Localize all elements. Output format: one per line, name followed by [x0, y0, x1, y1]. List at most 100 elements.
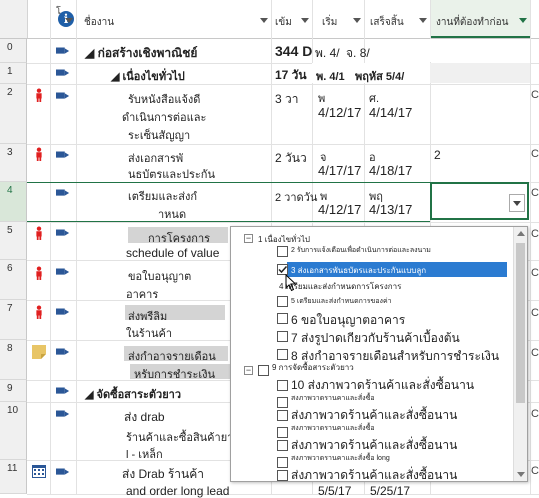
predecessor-option[interactable]: 4 เตรียมและส่งกำหนดการโครงการ — [279, 280, 401, 293]
truncated-column-text: C — [531, 465, 539, 477]
option-checkbox[interactable] — [277, 440, 288, 451]
task-finish-date: 4/13/17 — [369, 202, 413, 217]
task-mode-header-label: โ — [56, 6, 61, 16]
task-name-line2: schedule of value — [126, 246, 220, 260]
task-name[interactable]: ขอใบอนุญาต — [128, 267, 191, 285]
task-duration[interactable]: 2 วาดวัน — [275, 188, 317, 206]
option-checkbox[interactable] — [277, 296, 288, 307]
predecessors-header-label: งานที่ต้องทำก่อน — [436, 17, 509, 28]
option-checkbox[interactable] — [277, 331, 288, 342]
task-finish[interactable]: จ. 8/ — [346, 44, 370, 63]
task-duration[interactable]: 2 วันว — [275, 149, 307, 168]
chevron-down-icon — [519, 18, 527, 23]
task-name[interactable]: ◢ จัดซื้อสาระตัวยาว — [85, 385, 181, 403]
chevron-down-icon — [419, 18, 427, 23]
predecessor-option[interactable]: สงภาพวาดรานคาและสั่งซื้อ — [291, 423, 375, 434]
chevron-down-icon — [513, 201, 521, 206]
resource-person-icon — [36, 88, 42, 102]
auto-schedule-icon — [56, 69, 70, 76]
auto-schedule-icon — [56, 189, 70, 196]
predecessors-column-header[interactable]: งานที่ต้องทำก่อน — [430, 0, 531, 38]
option-checkbox[interactable] — [277, 470, 288, 481]
truncated-column-text: C — [531, 148, 539, 160]
task-start[interactable]: 5/5/17 — [318, 484, 351, 498]
row-number[interactable]: 8 — [0, 340, 27, 380]
task-name[interactable]: ส่งพรีลิม — [128, 307, 167, 325]
task-finish[interactable]: พฤหัส 5/4/ — [355, 67, 404, 85]
auto-schedule-icon — [56, 92, 70, 99]
predecessor-option[interactable]: สงภาพวาดรานคาและสั่งซื้อ long — [291, 453, 390, 464]
task-name[interactable]: ส่ง drab — [124, 408, 165, 427]
predecessor-option[interactable]: ส่งภาพวาดร้านค้าและสั่งซื้อนาน — [291, 466, 457, 481]
summary-pred-cell — [430, 39, 530, 62]
truncated-column-text: C — [531, 347, 539, 359]
select-all-corner[interactable] — [0, 0, 28, 38]
resource-person-icon — [36, 266, 42, 280]
task-predecessors[interactable]: 2 — [434, 148, 441, 162]
task-name[interactable]: ◢ เนื่องไขทั่วไป — [111, 67, 185, 85]
task-name[interactable]: ส่ง Drab ร้านค้า — [122, 465, 204, 484]
row-number[interactable]: 0 — [0, 39, 27, 63]
task-name[interactable]: ◢ ก่อสร้างเชิงพาณิชย์ — [85, 44, 197, 63]
task-duration[interactable]: 3 วา — [275, 90, 298, 109]
task-name-column-header[interactable]: ชื่องาน — [76, 0, 272, 38]
truncated-column-text: C — [531, 267, 539, 279]
task-name-line2: ดำเนินการต่อและ — [122, 112, 207, 124]
option-checkbox[interactable] — [277, 410, 288, 421]
popup-scrollbar[interactable] — [513, 227, 527, 481]
task-name[interactable]: ส่งกำอาจรายเดือน — [128, 347, 216, 365]
chevron-down-icon — [65, 18, 73, 23]
row-number[interactable]: 7 — [0, 300, 27, 340]
scroll-down-icon[interactable] — [517, 472, 525, 477]
row-number[interactable]: 11 — [0, 460, 27, 494]
row-number[interactable]: 2 — [0, 84, 27, 144]
task-duration[interactable]: 17 วัน — [275, 66, 307, 85]
predecessors-cell-editor[interactable] — [430, 182, 529, 220]
row-number[interactable]: 3 — [0, 144, 27, 182]
predecessor-option[interactable]: 9 การจัดซื้อสาระตัวยาว — [272, 361, 354, 374]
resource-person-icon — [36, 226, 42, 240]
collapse-expander[interactable]: − — [244, 234, 253, 243]
scroll-up-icon[interactable] — [517, 231, 525, 236]
task-name[interactable]: การโครงการ — [148, 229, 210, 247]
row-number[interactable]: 5 — [0, 222, 27, 260]
duration-column-header[interactable]: เข้ม — [271, 0, 313, 38]
task-name[interactable]: เตรียมและส่งกํ — [128, 187, 197, 205]
truncated-column-text: C — [531, 187, 539, 199]
task-mode-column-header[interactable]: โ — [50, 0, 77, 38]
collapse-expander[interactable]: − — [244, 366, 253, 375]
option-checkbox[interactable] — [277, 457, 288, 468]
task-duration[interactable]: 344 D — [275, 43, 312, 59]
predecessor-option[interactable]: สงภาพวาดรานคาและสั่งซื้อ — [291, 393, 375, 404]
predecessor-option[interactable]: 6 ขอใบอนุญาตอาคาร — [291, 311, 405, 330]
row-number[interactable]: 9 — [0, 380, 27, 402]
row-number[interactable]: 10 — [0, 402, 27, 460]
task-finish[interactable]: 5/25/17 — [370, 484, 410, 498]
start-column-header[interactable]: เริ่ม — [312, 0, 365, 38]
indicators-column-header[interactable]: i — [27, 0, 74, 38]
task-start[interactable]: พ. 4/ — [315, 44, 340, 63]
finish-column-header[interactable]: เสร็จสิ้น — [364, 0, 431, 38]
dropdown-button[interactable] — [509, 194, 525, 212]
predecessor-option[interactable]: 2 รับการแจ้งเตือนเพื่อดำเนินการต่อและลงน… — [291, 245, 431, 256]
option-checkbox[interactable] — [277, 427, 288, 438]
option-checkbox[interactable] — [258, 365, 269, 376]
option-checkbox[interactable] — [277, 246, 288, 257]
option-checkbox[interactable] — [277, 313, 288, 324]
predecessor-option[interactable]: 7 ส่งรูปาดเกียวกับร้านค้าเบื้องต้น — [291, 329, 460, 348]
task-name-line2: หรับการชำระเงิน — [134, 369, 215, 381]
predecessor-option[interactable]: 5 เตรียมและส่งกำหนดการของค่า — [291, 296, 392, 307]
next-column-header[interactable] — [530, 0, 539, 38]
row-number-selected[interactable]: 4 — [0, 182, 27, 222]
row-number[interactable]: 6 — [0, 260, 27, 300]
option-checkbox[interactable] — [277, 397, 288, 408]
task-start[interactable]: พ. 4/1 — [316, 67, 345, 85]
option-checkbox[interactable] — [277, 349, 288, 360]
option-checkbox[interactable] — [277, 380, 288, 391]
row-number[interactable]: 1 — [0, 63, 27, 84]
scroll-thumb[interactable] — [516, 243, 525, 403]
task-finish-date: 4/14/17 — [369, 105, 413, 120]
predecessor-picker-popup[interactable]: − 1 เนื่องไขทั่วไป 2 รับการแจ้งเตือนเพื่… — [230, 226, 528, 482]
task-name[interactable]: รับหนังสือแจ้งดี — [128, 90, 200, 108]
predecessor-option-selected[interactable]: 3 ส่งเอกสารพันธบัตรและประกันแบบลูก — [291, 264, 426, 277]
